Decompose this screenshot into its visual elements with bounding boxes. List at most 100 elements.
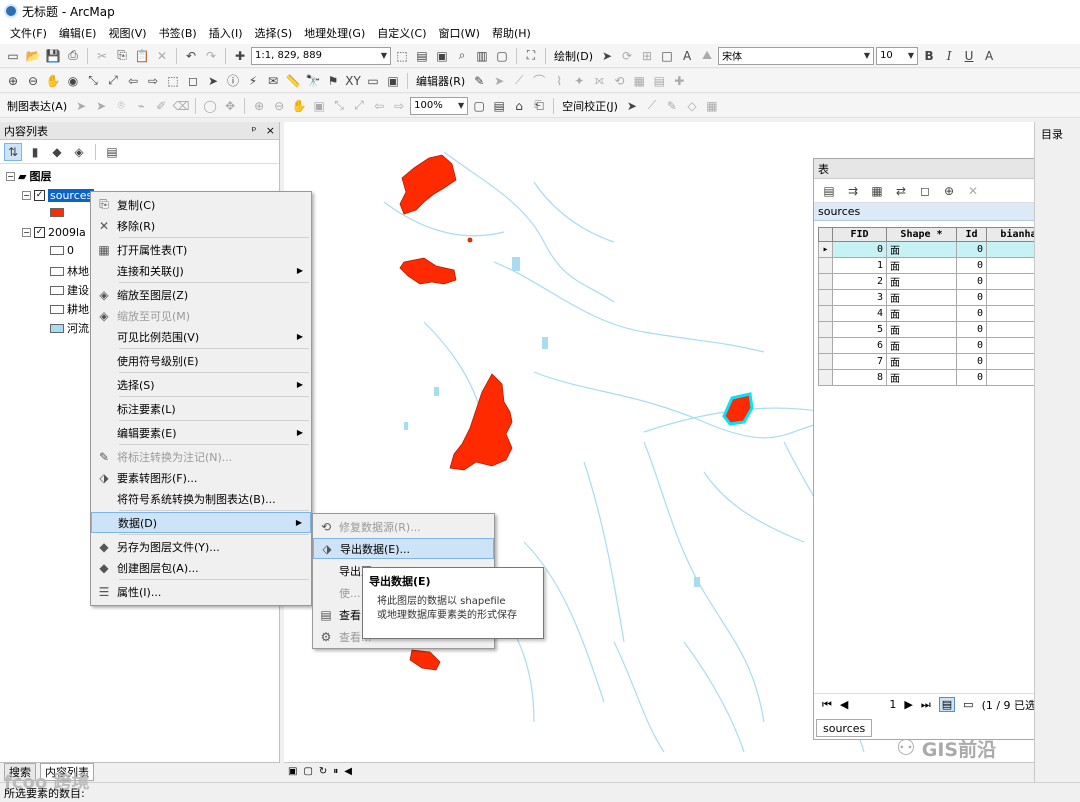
layout-pan-icon[interactable]: ✋ [290,97,308,115]
change-layout-icon[interactable]: ⌂ [510,97,528,115]
delete-selected-icon[interactable]: ✕ [964,182,982,200]
redo-icon[interactable]: ↷ [202,47,220,65]
refresh-icon[interactable]: ↻ [319,766,327,777]
list-by-source-icon[interactable]: ▮ [26,143,44,161]
copy-icon[interactable]: ⎘ [113,47,131,65]
straight-segment-icon[interactable]: ⟋ [510,72,528,90]
record-number[interactable]: 1 [856,698,896,711]
new-link-icon[interactable]: ⟋ [643,97,661,115]
collapse-icon[interactable]: − [22,191,31,200]
layer-name[interactable]: 2009la [48,226,86,239]
context-menu-item[interactable]: ☰ 属性(I)... [91,581,311,602]
menu-9[interactable]: 帮助(H) [486,25,537,41]
row-selector[interactable] [818,305,833,322]
zoom-whole-page-icon[interactable]: ⊞ [638,47,656,65]
toc-root-layers[interactable]: − ▰ 图层 [6,168,51,184]
full-extent-icon[interactable]: ◉ [64,72,82,90]
vertex-icon[interactable]: ⌁ [132,97,150,115]
select-features-icon[interactable]: ⬚ [164,72,182,90]
attributes-icon[interactable]: ▦ [630,72,648,90]
shape-icon[interactable]: ◯ [201,97,219,115]
text-icon[interactable]: A [678,47,696,65]
table-tab-sources[interactable]: sources [816,719,873,737]
font-color-icon[interactable]: A [980,47,998,65]
row-selector[interactable] [818,369,833,386]
print-icon[interactable]: ⎙ [64,47,82,65]
layout-zoom-out-icon[interactable]: ⊖ [270,97,288,115]
related-tables-icon[interactable]: ⇉ [844,182,862,200]
row-selector[interactable] [818,321,833,338]
find-route-icon[interactable]: ⚑ [324,72,342,90]
toggle-draft-icon[interactable]: ▢ [470,97,488,115]
prev-record-icon[interactable]: ◀ [840,698,848,711]
brush-icon[interactable]: ✐ [152,97,170,115]
context-menu-item[interactable]: 选择(S) ▶ [91,374,311,395]
context-menu-item[interactable]: 编辑要素(E) ▶ [91,422,311,443]
toc-class-item[interactable]: 耕地 [50,301,89,317]
show-selected-records-icon[interactable]: ▭ [963,698,973,711]
scale-combo[interactable]: 1:1, 829, 889 ▼ [251,46,391,65]
end-point-arc-icon[interactable]: ⌒ [530,72,548,90]
toc-layer-2009la[interactable]: − ✓ 2009la [22,226,86,239]
catalog-tab[interactable]: 目录 [1041,126,1080,142]
italic-button[interactable]: I [940,47,958,65]
show-all-records-icon[interactable]: ▤ [938,697,956,712]
column-header-2[interactable]: Id [956,227,987,242]
menu-1[interactable]: 编辑(E) [53,25,103,41]
multi-link-icon[interactable]: ◇ [683,97,701,115]
menu-6[interactable]: 地理处理(G) [298,25,371,41]
fixed-zoom-in-icon[interactable]: ⤡ [84,72,102,90]
table-row[interactable]: 7面08 [818,353,1057,370]
menu-0[interactable]: 文件(F) [4,25,53,41]
rotate-edit-icon[interactable]: ⟲ [610,72,628,90]
context-menu-item[interactable]: 将符号系统转换为制图表达(B)... [91,488,311,509]
selected-polygon[interactable] [722,392,754,426]
context-menu-item[interactable]: 数据(D) ▶ [91,512,311,533]
open-icon[interactable]: 📂 [24,47,42,65]
zoom-to-selected-icon[interactable]: ⊕ [940,182,958,200]
hyperlink-icon[interactable]: ⚡ [244,72,262,90]
new-icon[interactable]: ▭ [4,47,22,65]
context-menu-item[interactable]: ✕ 移除(R) [91,215,311,236]
row-selector[interactable] [818,289,833,306]
context-menu-item[interactable]: ◈ 缩放至图层(Z) [91,284,311,305]
representation-menu[interactable]: 制图表达(A) [4,98,70,114]
catalog-window-icon[interactable]: ▣ [433,47,451,65]
menu-2[interactable]: 视图(V) [102,25,152,41]
cut-icon[interactable]: ✂ [93,47,111,65]
zoom-in-icon[interactable]: ⊕ [4,72,22,90]
layer-name[interactable]: sources [48,189,95,202]
font-combo[interactable]: 宋体 ▼ [718,46,875,65]
column-header-0[interactable]: FID [832,227,887,242]
toc-class-item[interactable]: 0 [50,244,74,257]
class-swatch[interactable] [50,323,64,333]
row-selector[interactable] [818,257,833,274]
class-swatch[interactable] [50,304,64,314]
pan-icon[interactable]: ✋ [44,72,62,90]
row-selector[interactable] [818,337,833,354]
collapse-icon[interactable]: − [6,171,15,181]
goto-xy-icon[interactable]: XY [344,72,362,90]
forward-icon[interactable]: ⇨ [144,72,162,90]
context-menu-item[interactable]: ▦ 打开属性表(T) [91,239,311,260]
picture-icon[interactable]: ⛰ [698,47,716,65]
map-scroll-bar[interactable]: ▣ ▢ ↻ ⏸ ◀ [284,762,1034,780]
font-size-combo[interactable]: 10 ▼ [876,46,919,65]
layout-view-icon[interactable]: ▢ [303,766,312,777]
model-builder-icon[interactable]: ⛶ [522,47,540,65]
delete-icon[interactable]: ✕ [153,47,171,65]
context-menu-item[interactable]: 使用符号级别(E) [91,350,311,371]
submenu-item[interactable]: ⬗ 导出数据(E)... [313,538,494,559]
pause-drawing-icon[interactable]: ⏸ [333,766,338,777]
last-record-icon[interactable]: ⏭ [921,698,931,712]
menu-8[interactable]: 窗口(W) [433,25,486,41]
fixed-zoom-out-icon[interactable]: ⤢ [104,72,122,90]
context-menu-item[interactable]: 可见比例范围(V) ▶ [91,326,311,347]
zoom-percent-combo[interactable]: 100% ▼ [410,96,469,115]
rotate-icon[interactable]: ⟳ [618,47,636,65]
class-swatch[interactable] [50,246,64,255]
toc-class-item[interactable]: 河流 [50,320,89,336]
edit-annotation-icon[interactable]: ➤ [490,72,508,90]
focus-frame-icon[interactable]: ▤ [490,97,508,115]
toc-class-item[interactable]: 建设 [50,282,89,298]
